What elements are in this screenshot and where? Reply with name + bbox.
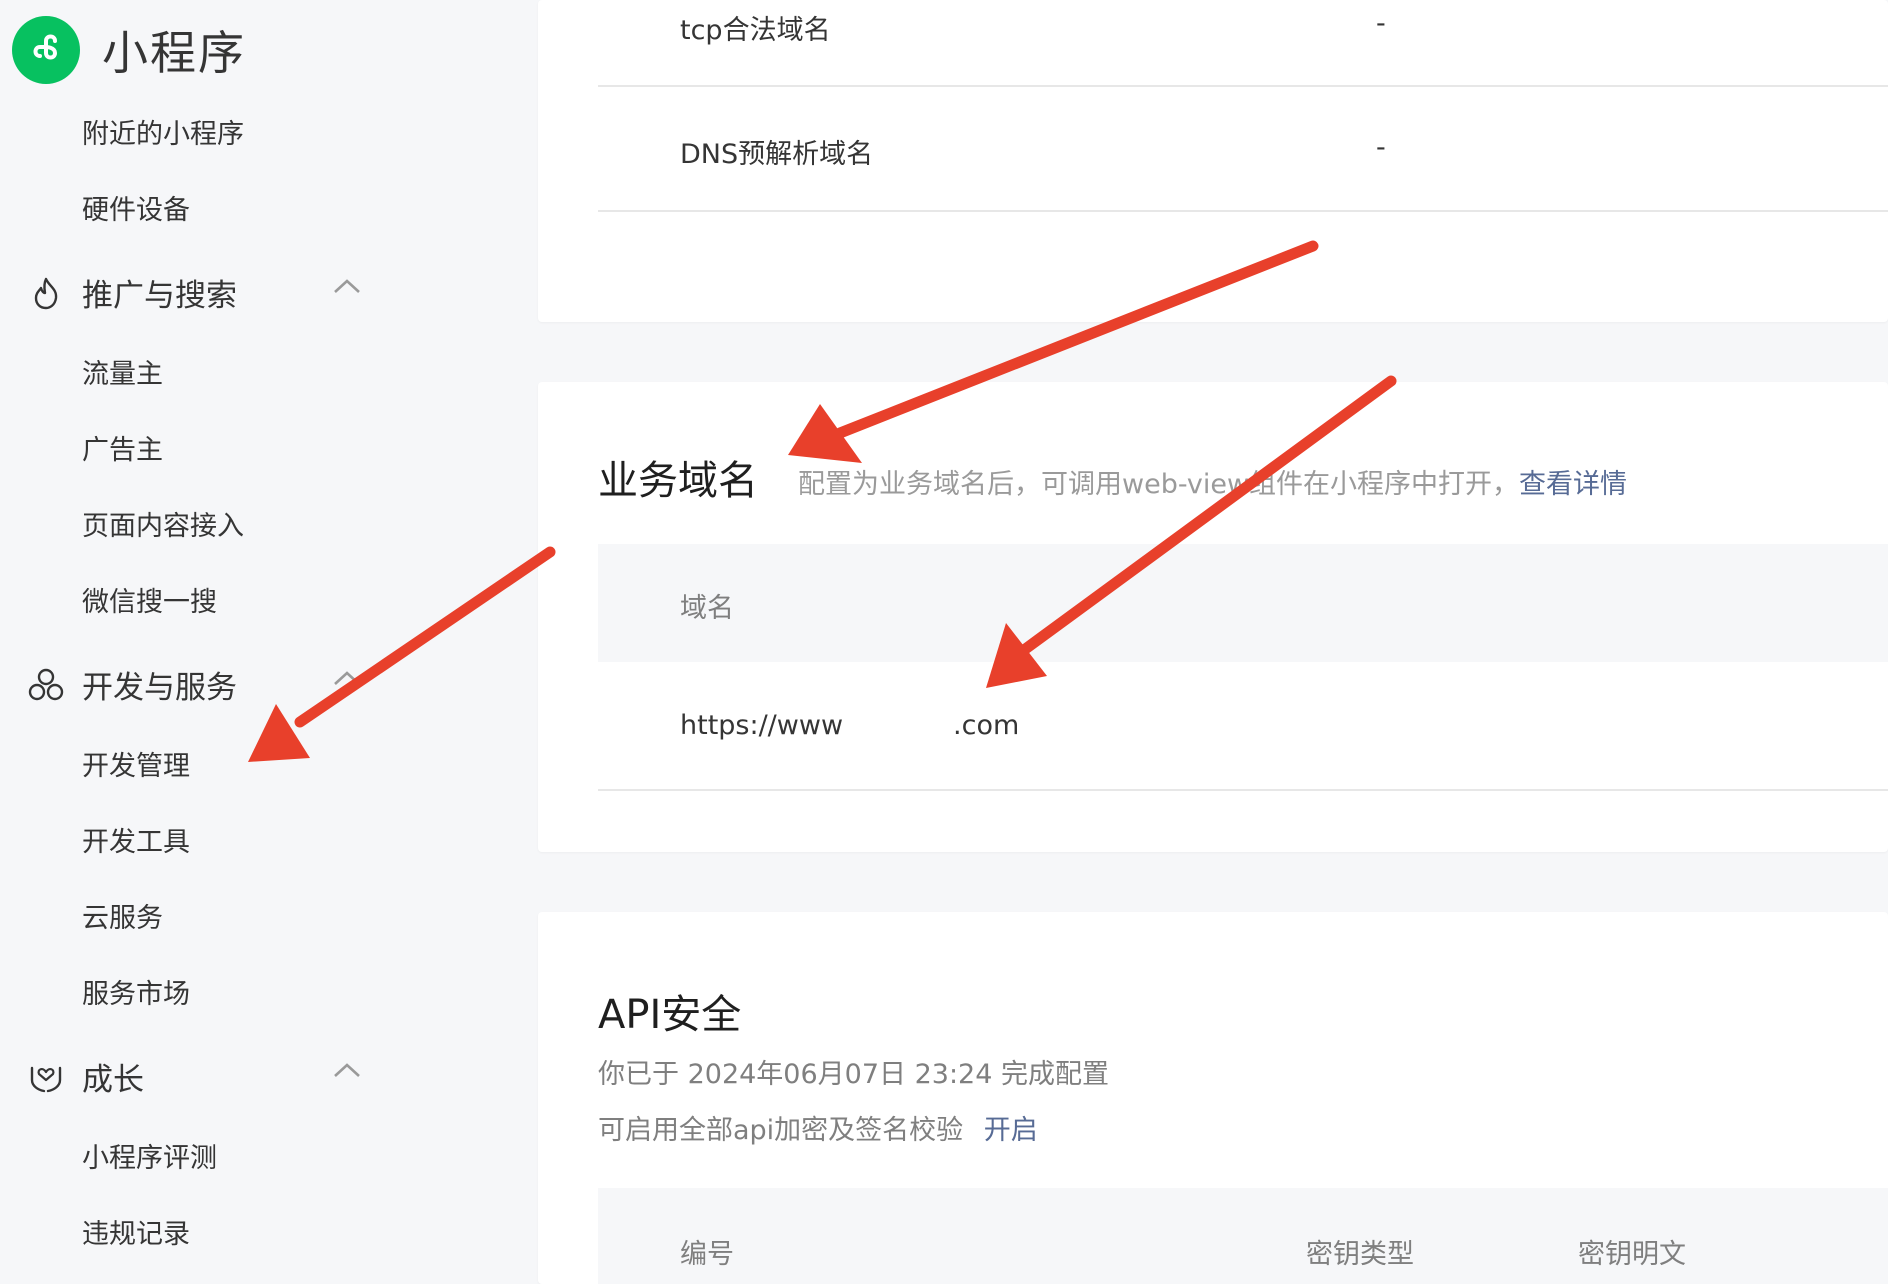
sidebar-group-promotion[interactable]: 推广与搜索 <box>28 270 368 315</box>
chevron-up-icon[interactable] <box>332 276 362 296</box>
sidebar-group-label: 推广与搜索 <box>82 278 237 314</box>
url-suffix: .com <box>953 710 1020 741</box>
domain-row-label: tcp合法域名 <box>680 15 831 46</box>
description-text: 配置为业务域名后，可调用web-view组件在小程序中打开， <box>798 469 1520 500</box>
enable-link[interactable]: 开启 <box>984 1115 1038 1146</box>
sidebar-group-dev-services[interactable]: 开发与服务 <box>28 662 368 707</box>
sidebar-item-dev-management[interactable]: 开发管理 <box>82 744 190 783</box>
sidebar-item-violation-records[interactable]: 违规记录 <box>82 1212 190 1251</box>
sidebar-group-label: 成长 <box>82 1062 144 1098</box>
sidebar-item-hardware[interactable]: 硬件设备 <box>82 188 190 227</box>
encryption-option-row: 可启用全部api加密及签名校验 开启 <box>598 1108 1038 1147</box>
divider <box>598 210 1888 212</box>
brand-title: 小程序 <box>102 26 246 80</box>
sidebar-group-label: 开发与服务 <box>82 670 237 706</box>
sidebar-item-nearby[interactable]: 附近的小程序 <box>82 112 244 151</box>
sidebar: 小程序 附近的小程序 硬件设备 推广与搜索 流量主 广告主 页面内容接入 微信搜… <box>0 0 538 1284</box>
sidebar-item-wechat-search[interactable]: 微信搜一搜 <box>82 580 217 619</box>
domain-row-value: - <box>1376 132 1386 163</box>
sidebar-item-cloud-service[interactable]: 云服务 <box>82 896 163 935</box>
view-details-link[interactable]: 查看详情 <box>1519 469 1627 500</box>
url-prefix: https://www <box>680 710 844 741</box>
encryption-option-text: 可启用全部api加密及签名校验 <box>598 1115 964 1146</box>
brand[interactable]: 小程序 <box>12 16 246 84</box>
mini-program-logo-icon <box>12 16 80 84</box>
flame-icon <box>28 275 64 311</box>
server-domain-card: tcp合法域名 - DNS预解析域名 - <box>538 0 1888 322</box>
hands-heart-icon <box>28 1059 64 1095</box>
chevron-up-icon[interactable] <box>332 1060 362 1080</box>
column-header-domain: 域名 <box>680 593 734 624</box>
api-security-card: API安全 你已于 2024年06月07日 23:24 完成配置 可启用全部ap… <box>538 912 1888 1284</box>
table-header: 编号 密钥类型 密钥明文 <box>598 1188 1888 1284</box>
section-title: API安全 <box>598 992 742 1038</box>
sidebar-item-advertiser[interactable]: 广告主 <box>82 428 163 467</box>
sidebar-item-dev-tools[interactable]: 开发工具 <box>82 820 190 859</box>
domain-row-label: DNS预解析域名 <box>680 139 874 170</box>
hexagons-icon <box>28 667 64 703</box>
business-domain-card: 业务域名 配置为业务域名后，可调用web-view组件在小程序中打开，查看详情 … <box>538 382 1888 852</box>
business-domain-url: https://www .com <box>680 710 1019 741</box>
divider <box>598 789 1888 791</box>
sidebar-item-evaluation[interactable]: 小程序评测 <box>82 1136 217 1175</box>
section-title: 业务域名 <box>598 458 758 504</box>
sidebar-item-page-content[interactable]: 页面内容接入 <box>82 504 244 543</box>
column-header-key-plaintext: 密钥明文 <box>1578 1239 1686 1270</box>
chevron-up-icon[interactable] <box>332 668 362 688</box>
column-header-key-type: 密钥类型 <box>1306 1239 1414 1270</box>
configured-status-text: 你已于 2024年06月07日 23:24 完成配置 <box>598 1059 1109 1090</box>
sidebar-item-traffic-owner[interactable]: 流量主 <box>82 352 163 391</box>
section-description: 配置为业务域名后，可调用web-view组件在小程序中打开，查看详情 <box>798 462 1627 501</box>
divider <box>598 85 1888 87</box>
column-header-number: 编号 <box>680 1239 734 1270</box>
sidebar-group-growth[interactable]: 成长 <box>28 1054 368 1099</box>
domain-row-value: - <box>1376 8 1386 39</box>
table-header: 域名 <box>598 544 1888 662</box>
sidebar-item-service-market[interactable]: 服务市场 <box>82 972 190 1011</box>
